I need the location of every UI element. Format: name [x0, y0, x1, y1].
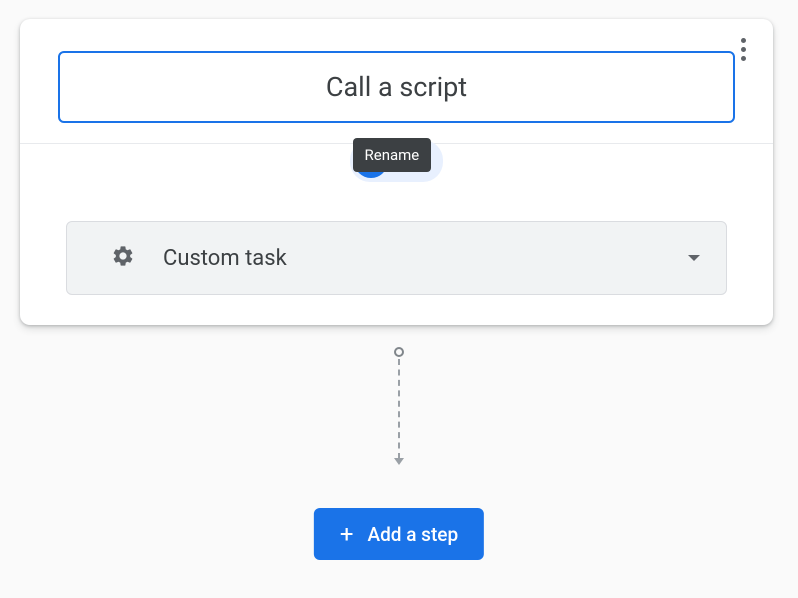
connector-line — [398, 359, 400, 459]
task-select-label: Custom task — [163, 246, 287, 271]
connector-node — [394, 347, 404, 357]
task-type-select[interactable]: Custom task — [66, 221, 727, 295]
rename-tooltip: Rename — [353, 138, 432, 172]
step-title-input[interactable] — [58, 51, 735, 123]
workflow-step-card: k Rename Custom task — [20, 19, 773, 325]
chevron-down-icon — [688, 255, 700, 261]
plus-icon: + — [340, 522, 354, 546]
gear-icon — [111, 244, 135, 272]
add-step-button[interactable]: + Add a step — [314, 508, 484, 560]
task-select-wrap: Custom task — [20, 221, 773, 295]
card-header — [20, 19, 773, 143]
arrow-down-icon — [394, 458, 404, 465]
flow-connector — [394, 347, 404, 465]
trigger-pill-area: k Rename — [20, 143, 773, 203]
more-options-button[interactable] — [731, 37, 755, 61]
add-step-label: Add a step — [367, 523, 458, 546]
